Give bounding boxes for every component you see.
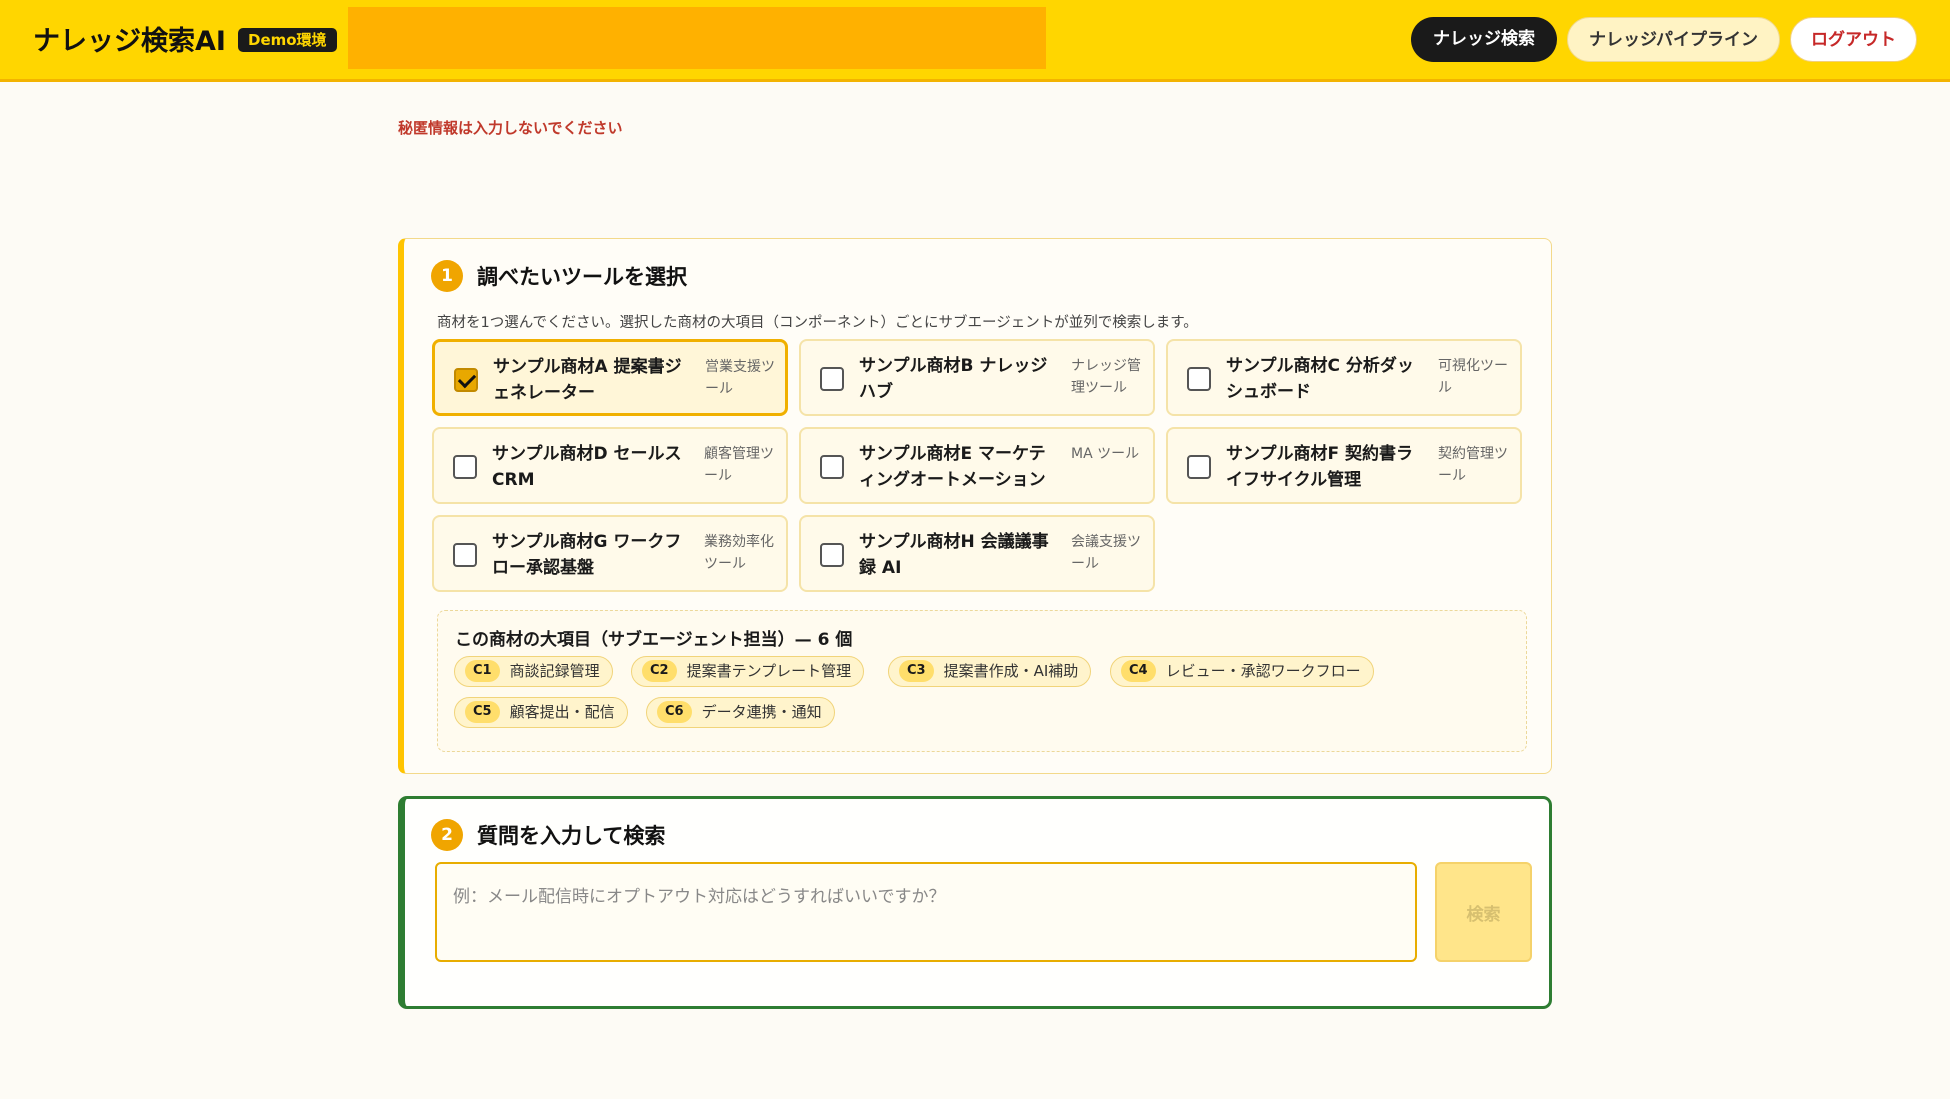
tool-name: サンプル商材D セールス CRM [492,444,682,490]
tool-h-checkbox[interactable] [820,543,844,567]
step-2-title: 質問を入力して検索 [477,824,666,848]
tool-name: サンプル商材F 契約書ライフサイクル管理 [1226,444,1414,490]
tool-card-b[interactable]: サンプル商材B ナレッジハブ ナレッジ管理ツール [799,339,1155,416]
step-1-description: 商材を1つ選んでください。選択した商材の大項目（コンポーネント）ごとにサブエージ… [437,315,1198,331]
tool-name: サンプル商材C 分析ダッシュボード [1226,356,1414,402]
tool-card-e[interactable]: サンプル商材E マーケティングオートメーション MA ツール [799,427,1155,504]
nav-knowledge-search-button[interactable]: ナレッジ検索 [1411,17,1557,62]
component-label: データ連携・通知 [701,703,822,721]
tool-card-g[interactable]: サンプル商材G ワークフロー承認基盤 業務効率化ツール [432,515,788,592]
tool-name: サンプル商材A 提案書ジェネレーター [493,357,682,403]
tool-category: 営業支援ツール [705,359,775,397]
tool-category: 業務効率化ツール [704,534,774,572]
logout-button[interactable]: ログアウト [1790,17,1917,62]
nav-knowledge-pipeline-button[interactable]: ナレッジパイプライン [1567,17,1780,62]
tool-category: 顧客管理ツール [704,446,774,484]
question-input[interactable] [435,862,1417,962]
components-title: この商材の大項目（サブエージェント担当）— 6 個 [455,630,853,650]
component-label: 顧客提出・配信 [509,703,615,721]
components-box: この商材の大項目（サブエージェント担当）— 6 個 C1 商談記録管理 C2 提案書… [437,610,1527,752]
tool-card-h[interactable]: サンプル商材H 会議議事録 AI 会議支援ツール [799,515,1155,592]
tool-category: ナレッジ管理ツール [1071,358,1141,396]
tool-name: サンプル商材G ワークフロー承認基盤 [492,532,682,578]
tool-name: サンプル商材E マーケティングオートメーション [859,444,1046,490]
component-code: C5 [465,701,500,723]
component-chip: C6 データ連携・通知 [646,697,835,728]
tool-c-checkbox[interactable] [1187,367,1211,391]
component-code: C3 [899,660,934,682]
step-1-number: 1 [431,260,463,292]
tool-e-checkbox[interactable] [820,455,844,479]
tool-name: サンプル商材B ナレッジハブ [859,356,1048,402]
component-chip: C5 顧客提出・配信 [454,697,628,728]
header-banner [348,7,1046,69]
component-code: C1 [465,660,500,682]
component-code: C2 [642,660,677,682]
tool-category: 可視化ツール [1438,358,1508,396]
component-chip: C4 レビュー・承認ワークフロー [1110,656,1374,687]
query-panel: 2 質問を入力して検索 検索 [398,796,1552,1009]
component-code: C4 [1121,660,1156,682]
confidential-warning: 秘匿情報は入力しないでください [398,119,623,137]
app-title: ナレッジ検索AI [33,26,226,57]
tool-category: 契約管理ツール [1438,446,1508,484]
step-2-number: 2 [431,819,463,851]
tool-d-checkbox[interactable] [453,455,477,479]
tool-card-d[interactable]: サンプル商材D セールス CRM 顧客管理ツール [432,427,788,504]
tool-a-checkbox[interactable] [454,368,478,392]
search-button[interactable]: 検索 [1435,862,1532,962]
component-label: 提案書作成・AI補助 [943,662,1079,680]
tool-g-checkbox[interactable] [453,543,477,567]
tool-f-checkbox[interactable] [1187,455,1211,479]
component-chip: C2 提案書テンプレート管理 [631,656,865,687]
tool-category: MA ツール [1071,446,1140,462]
tool-category: 会議支援ツール [1071,534,1141,572]
tool-b-checkbox[interactable] [820,367,844,391]
environment-badge: Demo環境 [238,28,337,52]
component-label: 商談記録管理 [509,662,600,680]
component-label: 提案書テンプレート管理 [686,662,852,680]
component-code: C6 [657,701,692,723]
tool-card-f[interactable]: サンプル商材F 契約書ライフサイクル管理 契約管理ツール [1166,427,1522,504]
component-chip: C3 提案書作成・AI補助 [888,656,1092,687]
tool-card-c[interactable]: サンプル商材C 分析ダッシュボード 可視化ツール [1166,339,1522,416]
component-label: レビュー・承認ワークフロー [1165,662,1361,680]
tool-card-a[interactable]: サンプル商材A 提案書ジェネレーター 営業支援ツール [432,339,788,416]
top-bar: ナレッジ検索AI Demo環境 ナレッジ検索 ナレッジパイプライン ログアウト [0,0,1950,82]
component-chip: C1 商談記録管理 [454,656,613,687]
step-1-title: 調べたいツールを選択 [477,265,687,289]
tool-name: サンプル商材H 会議議事録 AI [859,532,1049,578]
tool-selection-panel: 1 調べたいツールを選択 商材を1つ選んでください。選択した商材の大項目（コンポ… [398,238,1552,774]
